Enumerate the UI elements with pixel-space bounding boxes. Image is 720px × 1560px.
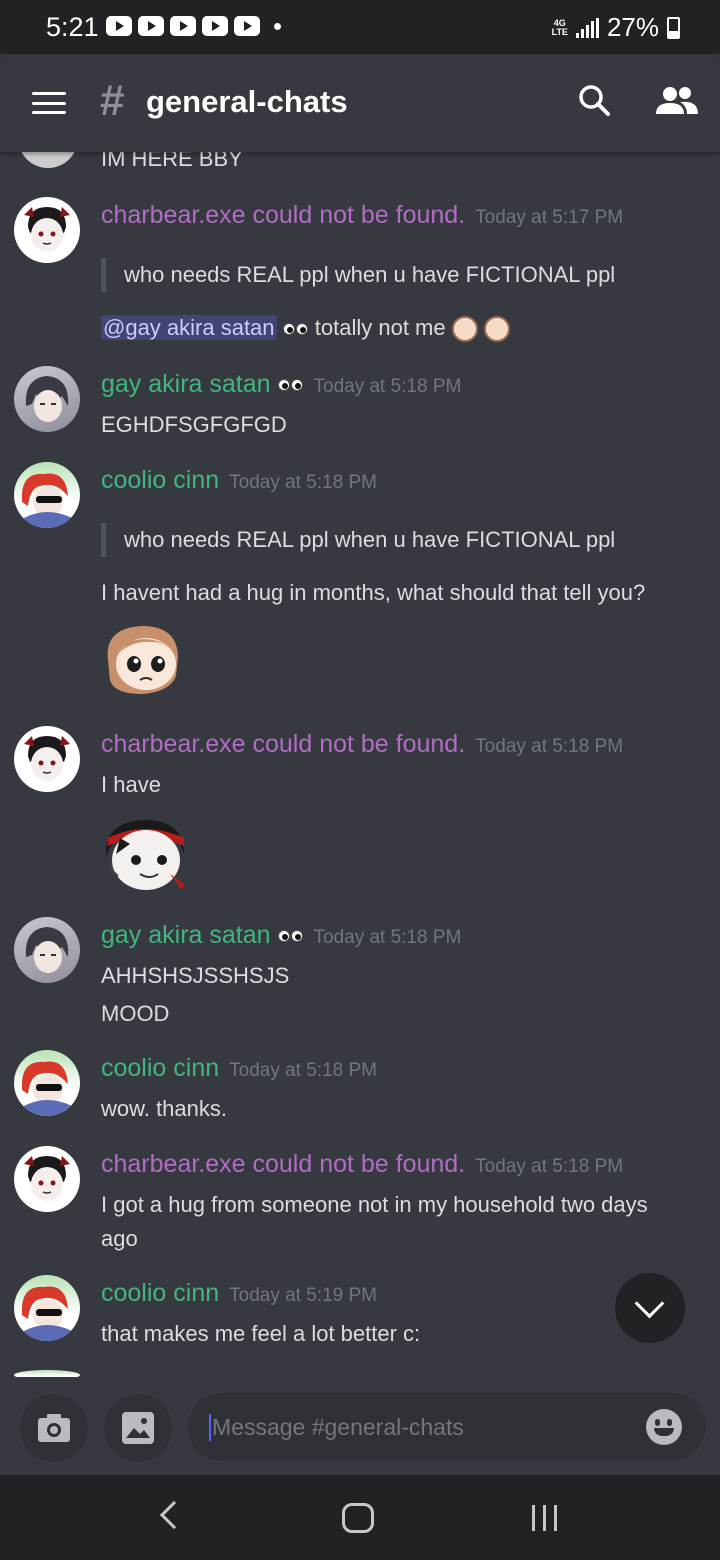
user-avatar[interactable] (14, 1275, 80, 1341)
channel-hash-icon: # (100, 76, 125, 125)
status-time: 5:21 (46, 12, 99, 42)
message-author[interactable]: charbear.exe could not be found. (101, 1150, 465, 1178)
message-timestamp: Today at 5:18 PM (475, 1156, 624, 1177)
charbear-avatar-icon (24, 207, 70, 252)
message-timestamp: Today at 5:18 PM (313, 376, 462, 397)
message-timestamp: Today at 5:18 PM (313, 927, 462, 948)
youtube-notification-icon (202, 16, 228, 36)
youtube-notification-icon (106, 16, 132, 36)
user-avatar[interactable] (14, 917, 80, 983)
message-timestamp: Today at 5:18 PM (229, 472, 378, 493)
message-author[interactable]: charbear.exe could not be found. (101, 730, 465, 758)
user-avatar[interactable] (18, 152, 78, 168)
custom-emoji-icon (483, 316, 510, 343)
message-timestamp: Today at 5:18 PM (475, 736, 624, 757)
emoji-picker-icon[interactable] (646, 1409, 682, 1445)
battery-percent: 27% (606, 12, 659, 42)
message-text: EGHDFSGFGFGD (101, 412, 287, 437)
charbear-avatar-icon (24, 736, 70, 781)
coolio-avatar-icon (21, 1286, 72, 1341)
message-placeholder: Message #general-chats (209, 1414, 464, 1441)
channel-header: # general-chats (0, 54, 720, 152)
gallery-button[interactable] (104, 1394, 172, 1462)
message-timestamp: Today at 5:18 PM (229, 1060, 378, 1081)
smiling-face-emoji-icon (105, 820, 184, 890)
channel-title: general-chats (146, 84, 348, 119)
user-avatar[interactable] (14, 197, 80, 263)
message-text: MOOD (101, 1001, 170, 1026)
eyes-emoji-icon (277, 921, 304, 949)
menu-icon[interactable] (32, 92, 66, 114)
message-text: IM HERE BBY (101, 152, 243, 171)
youtube-notification-icon (138, 16, 164, 36)
message-quote: who needs REAL ppl when u have FICTIONAL… (101, 523, 615, 557)
scroll-to-bottom-button[interactable] (615, 1273, 685, 1343)
camera-icon (38, 1414, 70, 1442)
message-author[interactable]: coolio cinn (101, 1054, 219, 1082)
message-text: AHHSHSJSSHSJS (101, 963, 290, 988)
message-author[interactable]: gay akira satan (101, 921, 271, 949)
search-icon[interactable] (578, 84, 610, 116)
user-avatar[interactable] (14, 1050, 80, 1116)
coolio-avatar-icon (21, 1061, 72, 1116)
system-navigation-bar (0, 1475, 720, 1560)
youtube-notification-icon (170, 16, 196, 36)
user-avatar[interactable] (14, 462, 80, 528)
message-author[interactable]: coolio cinn (101, 1279, 219, 1307)
message-text: ago (101, 1226, 138, 1251)
battery-icon (667, 16, 680, 39)
akira-avatar-icon (25, 376, 69, 422)
user-avatar[interactable] (14, 1370, 80, 1377)
message-list[interactable]: IM HERE BBY charbear.exe could not be fo… (0, 152, 720, 1377)
custom-emoji-icon (451, 316, 478, 343)
message-composer: Message #general-chats (0, 1377, 720, 1475)
message-author[interactable]: gay akira satan (101, 370, 271, 398)
network-type-icon: 4G LTE (551, 17, 568, 37)
status-bar: 5:21 4G LTE 27% (0, 0, 720, 54)
charbear-avatar-icon (24, 1156, 70, 1201)
image-icon (122, 1412, 154, 1444)
message-author[interactable]: charbear.exe could not be found. (101, 201, 465, 229)
user-avatar[interactable] (14, 366, 80, 432)
message-timestamp: Today at 5:17 PM (475, 207, 624, 228)
eyes-emoji-icon (282, 315, 309, 340)
eyes-emoji-icon (277, 370, 304, 398)
message-text: that makes me feel a lot better c: (101, 1321, 421, 1346)
coolio-avatar-icon (21, 473, 72, 528)
back-icon[interactable] (159, 1500, 189, 1530)
youtube-notification-icon (234, 16, 260, 36)
message-text: I got a hug from someone not in my house… (101, 1192, 648, 1217)
message-text: I havent had a hug in months, what shoul… (101, 580, 646, 605)
recent-apps-icon[interactable] (532, 1505, 557, 1531)
user-avatar[interactable] (14, 726, 80, 792)
message-timestamp: Today at 5:19 PM (229, 1285, 378, 1306)
user-mention[interactable]: @gay akira satan (101, 315, 277, 340)
notification-icons (106, 16, 281, 36)
signal-icon (575, 17, 599, 38)
message-quote: who needs REAL ppl when u have FICTIONAL… (101, 258, 615, 292)
members-icon[interactable] (656, 86, 698, 116)
user-avatar[interactable] (14, 1146, 80, 1212)
message-text: totally not me (314, 315, 446, 340)
message-text: wow. thanks. (101, 1096, 227, 1121)
crying-face-emoji-icon (107, 626, 178, 694)
home-icon[interactable] (342, 1503, 374, 1533)
message-text: I have (101, 772, 161, 797)
message-author[interactable]: coolio cinn (101, 466, 219, 494)
more-notifications-icon (274, 22, 281, 30)
camera-button[interactable] (20, 1394, 88, 1462)
akira-avatar-icon (25, 927, 69, 973)
message-input[interactable]: Message #general-chats (188, 1393, 706, 1461)
